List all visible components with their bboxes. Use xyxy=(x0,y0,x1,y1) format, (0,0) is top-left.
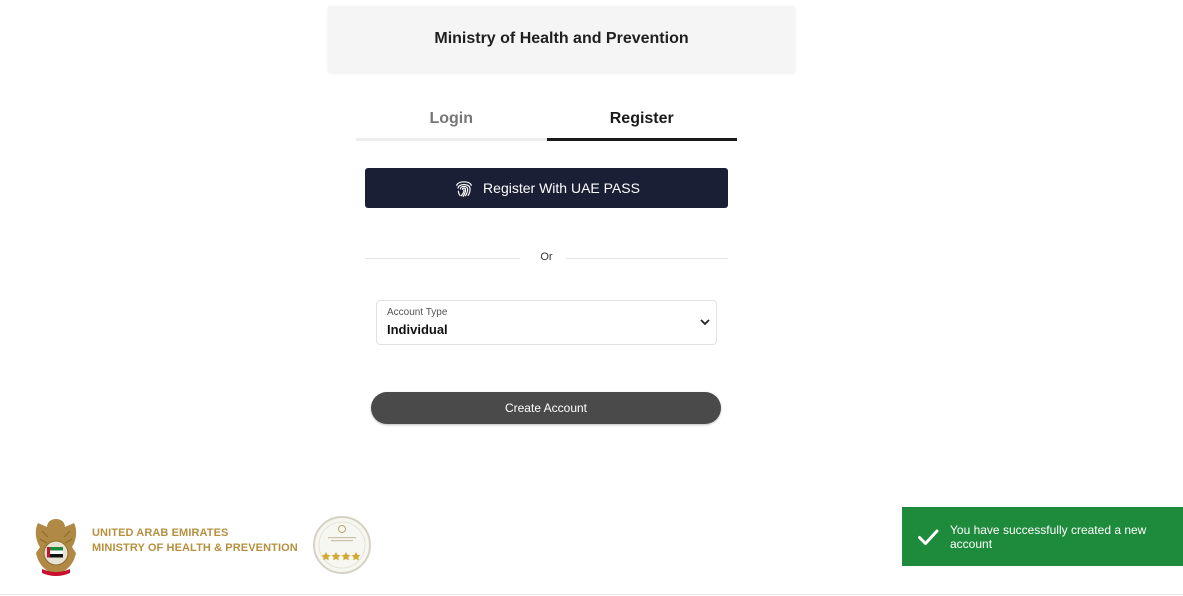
tab-login[interactable]: Login xyxy=(356,100,547,141)
or-divider: Or xyxy=(365,249,728,267)
page-title: Ministry of Health and Prevention xyxy=(434,30,689,47)
chevron-down-icon xyxy=(700,319,710,325)
toast-message: You have successfully created a new acco… xyxy=(950,522,1147,551)
or-label: Or xyxy=(540,251,553,263)
success-toast[interactable]: You have successfully created a new acco… xyxy=(902,507,1183,566)
footer-line-ministry: MINISTRY OF HEALTH & PREVENTION xyxy=(92,542,298,554)
header-card: Ministry of Health and Prevention xyxy=(328,6,795,72)
account-type-value: Individual xyxy=(387,322,448,337)
auth-tabs: Login Register xyxy=(356,100,737,141)
fingerprint-icon xyxy=(456,181,472,197)
star-rating-badge-icon xyxy=(313,516,371,574)
footer-line-country: UNITED ARAB EMIRATES xyxy=(92,527,229,539)
uae-emblem-icon xyxy=(35,519,77,576)
bottom-divider xyxy=(0,594,1183,595)
account-type-label: Account Type xyxy=(387,307,448,318)
checkmark-icon xyxy=(918,529,939,545)
register-uae-pass-button[interactable]: Register With UAE PASS xyxy=(365,168,728,208)
register-uae-pass-label: Register With UAE PASS xyxy=(483,180,640,196)
account-type-select[interactable]: Account Type Individual xyxy=(376,300,717,345)
create-account-button[interactable]: Create Account xyxy=(371,392,721,424)
tab-register[interactable]: Register xyxy=(546,100,737,141)
divider-line-right xyxy=(566,258,728,259)
footer-ministry-text: UNITED ARAB EMIRATES MINISTRY OF HEALTH … xyxy=(92,526,298,556)
